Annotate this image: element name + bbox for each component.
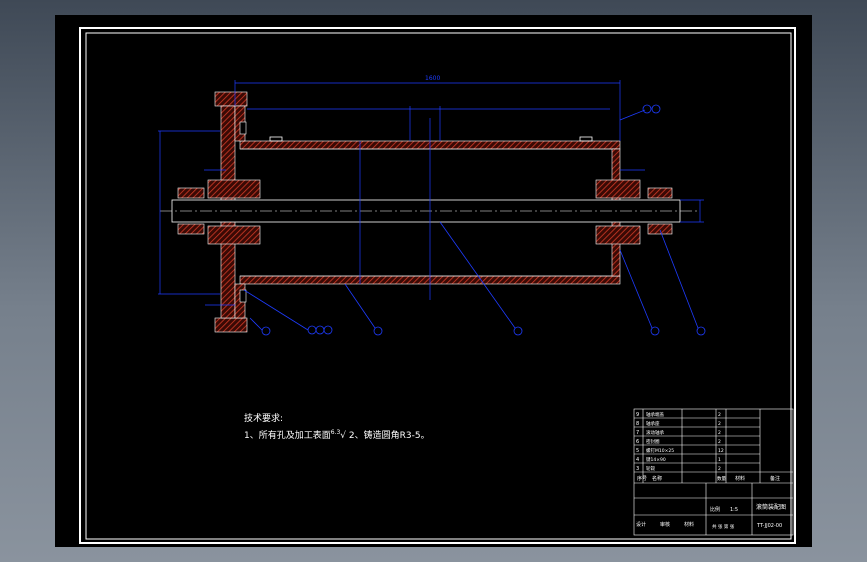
scale-value: 1:5 bbox=[730, 507, 738, 513]
notes-item-1: 1、所有孔及加工表面 bbox=[244, 431, 331, 441]
part-no: 5 bbox=[636, 448, 639, 454]
part-name: 轴承端盖 bbox=[646, 411, 664, 418]
header-name: 名称 bbox=[652, 475, 662, 482]
part-no: 4 bbox=[636, 457, 639, 463]
part-no: 9 bbox=[636, 412, 639, 418]
roughness-value: 6.3 bbox=[330, 429, 341, 436]
part-qty: 2 bbox=[718, 421, 721, 427]
part-name: 键14×90 bbox=[646, 456, 666, 463]
notes-line: 1、所有孔及加工表面6.3√ 2、铸造圆角R3-5。 bbox=[244, 428, 430, 441]
assembly-drawing[interactable]: 1600 滚筒装配图 TT-JJ02-00 比例 1:5 设计 审核 材料 共 … bbox=[0, 0, 867, 562]
drawing-number: TT-JJ02-00 bbox=[756, 523, 782, 529]
part-qty: 2 bbox=[718, 466, 721, 472]
part-name: 滚动轴承 bbox=[646, 429, 664, 436]
notes-title: 技术要求: bbox=[244, 414, 284, 424]
material-label: 材料 bbox=[684, 521, 694, 528]
drawing-title: 滚筒装配图 bbox=[756, 503, 786, 511]
header-no: 序号 bbox=[637, 475, 647, 482]
checker-label: 审核 bbox=[660, 521, 670, 528]
part-no: 8 bbox=[636, 421, 639, 427]
part-no: 3 bbox=[636, 466, 639, 472]
header-material: 材料 bbox=[735, 475, 745, 482]
header-remark: 备注 bbox=[770, 475, 780, 482]
part-qty: 1 bbox=[718, 457, 721, 463]
part-qty: 2 bbox=[718, 412, 721, 418]
overall-length-dimension: 1600 bbox=[425, 75, 440, 82]
part-name: 轴承座 bbox=[646, 420, 660, 427]
scale-label: 比例 bbox=[710, 506, 720, 513]
part-name: 密封圈 bbox=[646, 438, 660, 445]
part-name: 螺钉M10×25 bbox=[646, 447, 674, 454]
part-qty: 2 bbox=[718, 439, 721, 445]
part-qty: 12 bbox=[718, 448, 724, 454]
part-name: 轮毂 bbox=[646, 465, 655, 472]
designer-label: 设计 bbox=[636, 521, 646, 528]
sheet-label: 共 张 第 张 bbox=[712, 523, 735, 530]
notes-item-2: 2、铸造圆角R3-5。 bbox=[348, 431, 430, 441]
roughness-symbol: √ bbox=[340, 431, 347, 441]
part-no: 6 bbox=[636, 439, 639, 445]
part-qty: 2 bbox=[718, 430, 721, 436]
part-no: 7 bbox=[636, 430, 639, 436]
header-qty: 数量 bbox=[717, 475, 726, 482]
